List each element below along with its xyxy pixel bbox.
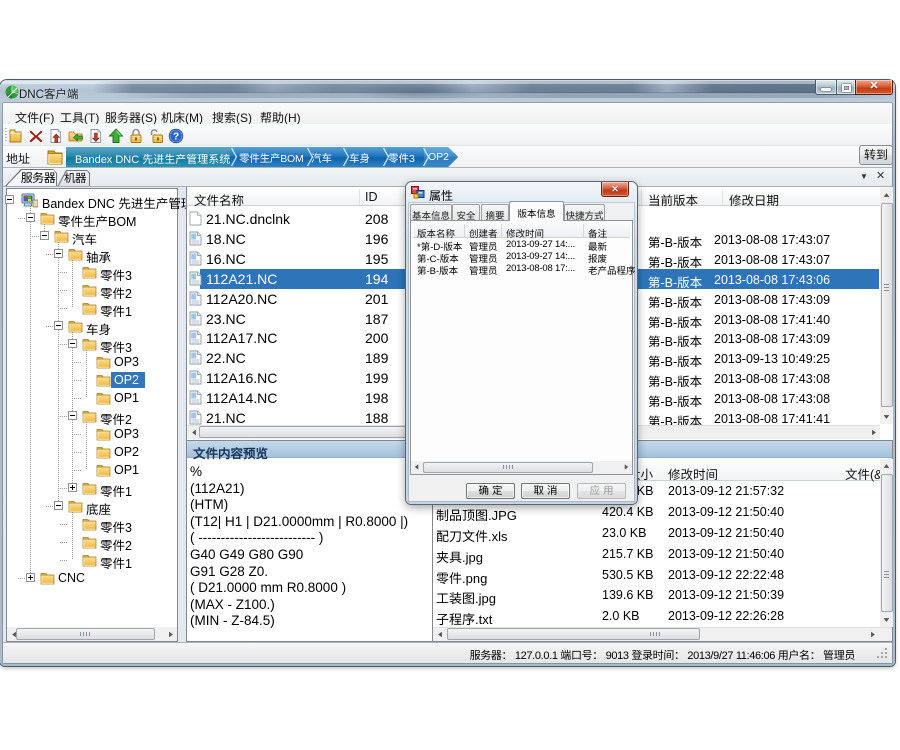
svg-text:?: ?: [173, 132, 179, 143]
